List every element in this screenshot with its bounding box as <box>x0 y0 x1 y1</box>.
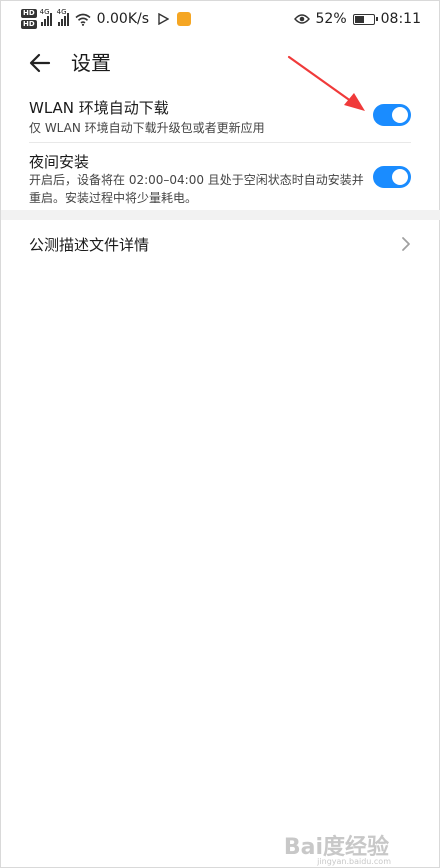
status-left: HD HD 4G 4G 0.00K/s <box>21 6 192 32</box>
clock: 08:11 <box>380 11 421 27</box>
toggle-knob <box>392 107 408 123</box>
setting-row-night-install[interactable]: 夜间安装 开启后，设备将在 02:00–04:00 且处于空闲状态时自动安装并 … <box>1 144 440 208</box>
toggle-knob <box>392 169 408 185</box>
night-subtitle-line2: 重启。安装过程中将少量耗电。 <box>29 191 198 205</box>
setting-row-beta-profile[interactable]: 公测描述文件详情 <box>1 223 440 265</box>
baidu-watermark-url: jingyan.baidu.com <box>317 857 391 866</box>
wlan-subtitle: 仅 WLAN 环境自动下载升级包或者更新应用 <box>29 121 265 135</box>
chevron-right-icon <box>402 237 410 251</box>
wlan-title: WLAN 环境自动下载 <box>29 99 169 117</box>
net-speed: 0.00K/s <box>96 11 150 27</box>
app-header: 设置 <box>1 41 440 85</box>
battery-percent: 52% <box>315 11 347 27</box>
play-icon <box>158 13 170 25</box>
night-install-toggle[interactable] <box>373 166 411 188</box>
hd-label-2: HD <box>21 20 37 29</box>
hd-indicator: HD HD <box>21 9 37 29</box>
row-divider <box>29 142 411 143</box>
status-bar: HD HD 4G 4G 0.00K/s 52% 08:11 <box>1 1 440 37</box>
setting-row-wlan[interactable]: WLAN 环境自动下载 仅 WLAN 环境自动下载升级包或者更新应用 <box>1 91 440 141</box>
signal-icon-sim1: 4G <box>40 8 52 26</box>
wifi-icon <box>75 13 91 26</box>
section-separator <box>1 210 440 220</box>
battery-icon <box>352 13 378 25</box>
eye-icon <box>293 14 310 24</box>
signal-label-1: 4G <box>39 8 50 16</box>
signal-label-2: 4G <box>56 8 67 16</box>
night-title: 夜间安装 <box>29 153 90 171</box>
beta-profile-title: 公测描述文件详情 <box>29 236 150 254</box>
phone-screen: HD HD 4G 4G 0.00K/s 52% 08:11 设置 WLAN 环境… <box>0 0 440 868</box>
night-subtitle-line1: 开启后，设备将在 02:00–04:00 且处于空闲状态时自动安装并 <box>29 173 364 187</box>
page-title: 设置 <box>71 51 111 75</box>
hd-label-1: HD <box>21 9 37 18</box>
back-arrow-icon[interactable] <box>27 49 55 77</box>
battery-fill <box>354 15 364 23</box>
app-badge-icon <box>177 12 192 26</box>
signal-icon-sim2: 4G <box>57 8 69 26</box>
wlan-toggle[interactable] <box>373 104 411 126</box>
status-right: 52% 08:11 <box>293 6 421 32</box>
